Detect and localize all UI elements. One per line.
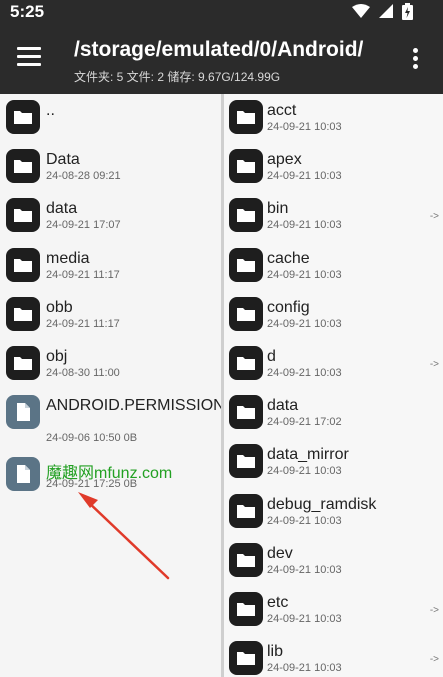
file-date: 24-09-21 10:03 [267,514,342,527]
file-date: 24-09-21 17:02 [267,416,342,429]
file-name: media [46,249,90,267]
file-name: acct [267,102,297,119]
file-name: obb [46,298,73,316]
file-name: dev [267,544,293,562]
folder-icon [6,149,40,184]
file-date: 24-09-21 11:17 [46,268,120,281]
list-item-folder[interactable]: data_mirror 24-09-21 10:03 [224,438,443,487]
symlink-indicator: -> [429,358,439,370]
folder-icon [229,296,263,331]
more-options-icon[interactable] [411,48,419,74]
list-item-folder[interactable]: Data 24-08-28 09:21 [0,143,221,192]
file-name: Data [46,151,80,169]
folder-icon [229,641,263,676]
left-file-pane[interactable]: .. Data 24-08-28 09:21 data 24-09-21 17:… [0,94,221,677]
wifi-icon [352,4,370,18]
file-name: debug_ramdisk [267,495,377,513]
file-name: d [267,347,276,365]
file-date: 24-09-21 10:03 [267,465,342,478]
file-date: 24-09-21 11:17 [46,317,120,330]
file-date: 24-09-21 10:03 [267,612,342,625]
list-item-folder[interactable]: obj 24-08-30 11:00 [0,340,221,389]
folder-icon [229,345,263,380]
file-date: 24-08-30 11:00 [46,366,120,379]
list-item-folder[interactable]: bin 24-09-21 10:03 -> [224,192,443,241]
file-name: data [267,397,299,415]
hamburger-menu-icon[interactable] [17,47,47,71]
storage-info: 文件夹: 5 文件: 2 储存: 9.67G/124.99G [74,70,281,84]
current-path-title: /storage/emulated/0/Android/ [74,38,364,61]
file-date: 24-09-21 10:03 [267,170,342,183]
list-item-folder[interactable]: data 24-09-21 17:02 [224,389,443,438]
file-date: 24-08-28 09:21 [46,170,121,183]
file-date: 24-09-21 10:03 [267,317,342,330]
folder-icon [229,591,263,626]
list-item-file[interactable]: ANDROID.PERMISSION.TEST 24-09-06 10:50 0… [0,389,221,451]
folder-icon [229,198,263,233]
symlink-indicator: -> [429,211,439,223]
folder-icon [229,149,263,184]
file-date: 24-09-21 10:03 [267,219,342,232]
folder-icon [6,100,40,134]
symlink-indicator: -> [429,604,439,616]
file-name: etc [267,593,289,611]
file-name: apex [267,151,302,169]
status-bar: 5:25 [0,0,443,24]
folder-icon [229,493,263,528]
list-item-folder[interactable]: config 24-09-21 10:03 [224,291,443,340]
file-date: 24-09-21 10:03 [267,563,342,576]
right-file-pane[interactable]: acct 24-09-21 10:03 apex 24-09-21 10:03 bi… [224,94,443,677]
symlink-indicator: -> [429,654,439,666]
list-item-folder[interactable]: lib 24-09-21 10:03 -> [224,635,443,677]
status-time: 5:25 [10,2,45,21]
list-item-folder[interactable]: media 24-09-21 11:17 [0,242,221,291]
file-name: data [46,200,78,218]
folder-icon [229,444,263,479]
status-icons [352,3,413,20]
file-name: .. [46,102,55,119]
folder-icon [229,395,263,430]
battery-icon [402,3,413,20]
file-name: cache [267,249,310,267]
list-item-folder[interactable]: debug_ramdisk 24-09-21 10:03 [224,488,443,537]
app-bar: /storage/emulated/0/Android/ 文件夹: 5 文件: … [0,24,443,94]
file-name: obj [46,347,68,365]
list-item-folder[interactable]: data 24-09-21 17:07 [0,192,221,241]
folder-icon [229,542,263,577]
folder-icon [6,198,40,233]
file-date: 24-09-21 10:03 [267,662,342,675]
file-date-size: 24-09-06 10:50 0B [46,432,138,445]
file-name: config [267,298,310,316]
folder-icon [229,100,263,134]
file-date: 24-09-21 10:03 [267,268,342,281]
file-date: 24-09-21 10:03 [267,366,342,379]
list-item-folder[interactable]: etc 24-09-21 10:03 -> [224,586,443,635]
list-item-folder[interactable]: apex 24-09-21 10:03 [224,143,443,192]
list-item-file[interactable]: 魔趣网mfunz.com 24-09-21 17:25 0B [0,451,221,500]
folder-icon [6,296,40,331]
file-name: ANDROID.PERMISSION.TEST [46,397,221,415]
file-icon [6,395,40,430]
list-item-folder[interactable]: obb 24-09-21 11:17 [0,291,221,340]
signal-icon [379,4,393,18]
file-date-size: 24-09-21 17:25 0B [46,478,138,491]
list-item-parent-dir[interactable]: .. [0,94,221,143]
list-item-folder[interactable]: dev 24-09-21 10:03 [224,537,443,586]
folder-icon [6,345,40,380]
folder-icon [229,247,263,282]
file-name: bin [267,200,289,218]
file-date: 24-09-21 10:03 [267,121,342,133]
file-name: lib [267,643,284,661]
list-item-folder[interactable]: acct 24-09-21 10:03 [224,94,443,143]
file-name: data_mirror [267,446,349,464]
folder-icon [6,247,40,282]
file-date: 24-09-21 17:07 [46,219,121,232]
file-icon [6,457,40,492]
list-item-folder[interactable]: cache 24-09-21 10:03 [224,242,443,291]
list-item-folder[interactable]: d 24-09-21 10:03 -> [224,340,443,389]
